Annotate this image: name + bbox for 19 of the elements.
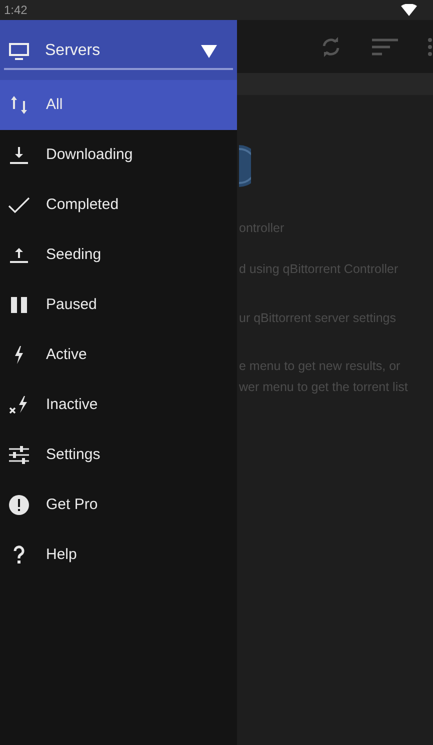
drawer-item[interactable]: Settings	[0, 430, 237, 480]
drawer-item[interactable]: Help	[0, 530, 237, 580]
drawer-item[interactable]: Seeding	[0, 230, 237, 280]
drawer-item[interactable]: All	[0, 80, 237, 130]
sort-icon[interactable]	[371, 36, 399, 56]
drawer-item[interactable]: Completed	[0, 180, 237, 230]
drawer-item[interactable]: Active	[0, 330, 237, 380]
logo-icon	[239, 145, 251, 187]
drawer-item[interactable]: Inactive	[0, 380, 237, 430]
dropdown-triangle-icon	[199, 43, 219, 59]
wifi-icon	[401, 4, 417, 16]
server-selector[interactable]: Servers	[4, 34, 233, 70]
status-time: 1:42	[4, 2, 28, 19]
drawer-item[interactable]: Paused	[0, 280, 237, 330]
sliders-icon	[7, 443, 31, 467]
exclamation-icon	[7, 493, 31, 517]
drawer-item[interactable]: Downloading	[0, 130, 237, 180]
drawer-item[interactable]: Get Pro	[0, 480, 237, 530]
more-icon[interactable]	[427, 36, 433, 56]
